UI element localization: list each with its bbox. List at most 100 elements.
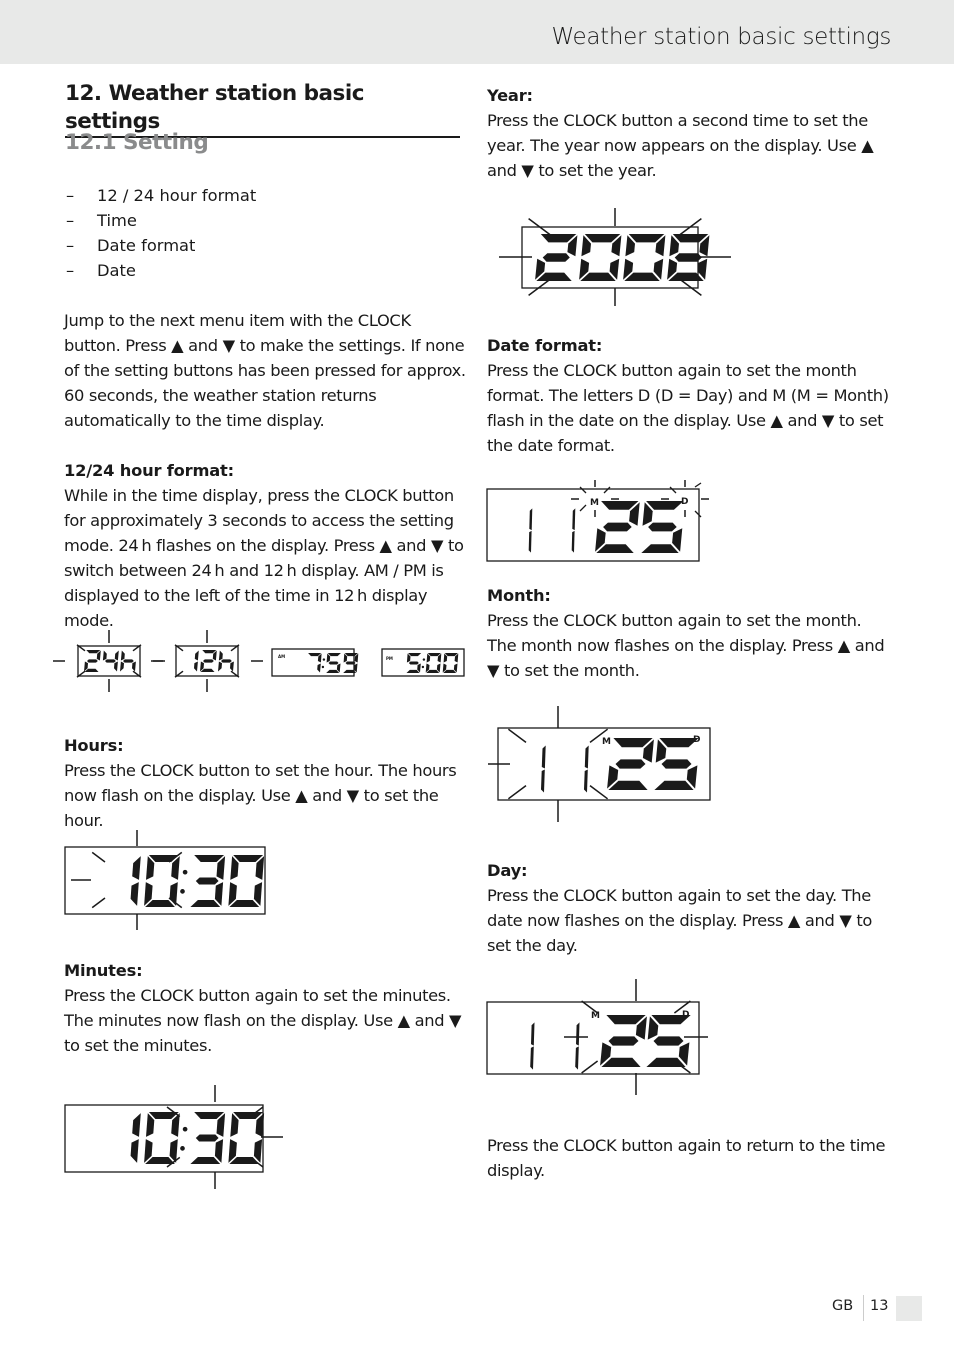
lcd-segment <box>540 234 577 243</box>
lcd-segment <box>190 900 221 907</box>
lcd-indicator-label: PM <box>386 656 393 661</box>
lcd-segment <box>253 882 263 906</box>
lcd-segment <box>233 855 264 862</box>
year-text: Press the CLOCK button a second time to … <box>487 111 874 180</box>
minutes-text: Press the CLOCK button again to set the … <box>64 986 462 1055</box>
lcd-segment <box>542 253 570 262</box>
page-header: Weather station basic settings <box>0 0 954 64</box>
lcd-segment <box>190 1157 221 1164</box>
lcd-segment <box>601 1057 641 1067</box>
lcd-segment <box>221 659 232 663</box>
hour-format-text: While in the time display, press the CLO… <box>64 486 464 630</box>
hour-format-heading: 12/24 hour format: <box>64 461 234 480</box>
lcd-indicator-label: D <box>693 735 700 745</box>
flash-ray-icon <box>694 510 702 518</box>
lcd-segment <box>426 669 440 673</box>
lcd-segment <box>613 738 653 748</box>
list-item: – Date <box>66 261 136 280</box>
lcd-segment <box>203 659 214 663</box>
lcd-colon-dot <box>180 1146 185 1151</box>
lcd-segment <box>628 234 665 243</box>
lcd-display-pm: PM <box>381 648 465 677</box>
lcd-indicator-label: M <box>591 1011 600 1021</box>
flash-ray-icon <box>91 851 106 863</box>
lcd-segment <box>146 1113 155 1137</box>
list-item: – Time <box>66 211 137 230</box>
lcd-segment <box>145 1157 175 1164</box>
lcd-segment <box>529 508 533 531</box>
lcd-segment <box>308 653 322 657</box>
lcd-display-day: MD <box>486 979 708 1095</box>
lcd-segment <box>603 522 632 532</box>
lcd-segment <box>654 780 694 790</box>
lcd-segment <box>653 1036 684 1046</box>
lcd-segment <box>576 1022 580 1046</box>
lcd-segment <box>344 653 358 657</box>
lcd-colon-dot <box>182 869 188 875</box>
lcd-segment <box>575 1046 579 1070</box>
lcd-segment <box>218 661 222 672</box>
lcd-display-minutes <box>64 1085 283 1189</box>
lcd-segment <box>601 501 639 510</box>
flash-ray-icon <box>589 784 609 800</box>
flash-ray-icon <box>669 486 677 494</box>
lcd-segment <box>444 653 458 657</box>
day-heading: Day: <box>487 861 528 880</box>
lcd-display-24h <box>53 630 165 692</box>
flash-ray-icon <box>579 486 587 494</box>
year-heading: Year: <box>487 86 533 105</box>
lcd-segment <box>132 1113 141 1137</box>
lcd-segment <box>584 234 621 243</box>
lcd-segment <box>572 508 576 531</box>
hours-block: Hours: Press the CLOCK button to set the… <box>64 733 469 833</box>
lcd-segment <box>214 1139 224 1163</box>
lcd-segment <box>580 272 616 281</box>
flash-ray-icon <box>694 482 702 488</box>
lcd-segment <box>624 272 660 281</box>
lcd-segment <box>195 877 219 885</box>
year-block: Year: Press the CLOCK button a second ti… <box>487 83 892 183</box>
lcd-segment <box>661 759 692 769</box>
lcd-segment <box>123 659 134 663</box>
lcd-segment <box>615 759 646 769</box>
lcd-segment <box>528 530 532 553</box>
list-item: –12 / 24 hour format <box>66 186 257 205</box>
lcd-indicator-label: M <box>590 498 599 508</box>
lcd-segment <box>536 272 572 281</box>
lcd-segment <box>608 1036 639 1046</box>
month-text: Press the CLOCK button again to set the … <box>487 611 885 680</box>
lcd-segment <box>114 661 118 672</box>
lcd-colon-dot <box>321 665 325 669</box>
month-block: Month: Press the CLOCK button again to s… <box>487 583 892 683</box>
lcd-segment <box>146 856 155 880</box>
lcd-segment <box>530 1046 534 1070</box>
flash-ray-icon <box>603 486 611 494</box>
lcd-segment <box>326 669 340 673</box>
lcd-segment <box>120 661 124 672</box>
flash-ray-icon <box>581 1000 599 1014</box>
lcd-segment <box>641 544 679 553</box>
lcd-segment <box>105 659 116 663</box>
flash-ray-icon <box>507 784 527 800</box>
month-heading: Month: <box>487 586 551 605</box>
flash-ray-icon <box>91 897 106 909</box>
lcd-segment <box>230 856 239 880</box>
lcd-segment <box>114 650 119 661</box>
lcd-segment <box>200 668 215 672</box>
lcd-segment <box>229 900 260 907</box>
lcd-display-am: AM <box>271 648 359 677</box>
flash-ray-icon <box>507 728 527 744</box>
date-format-text: Press the CLOCK button again to set the … <box>487 361 889 455</box>
lcd-segment <box>230 1113 239 1137</box>
page-number: 13 <box>870 1298 889 1314</box>
lcd-segment <box>253 1139 263 1163</box>
list-item: – Date format <box>66 236 196 255</box>
lcd-segment <box>194 661 198 672</box>
lcd-segment <box>84 668 99 672</box>
lcd-segment <box>541 745 546 769</box>
lcd-segment <box>218 650 223 661</box>
footer-divider <box>863 1295 864 1321</box>
hours-heading: Hours: <box>64 736 124 755</box>
lcd-segment <box>345 661 356 665</box>
lcd-segment <box>202 650 217 654</box>
